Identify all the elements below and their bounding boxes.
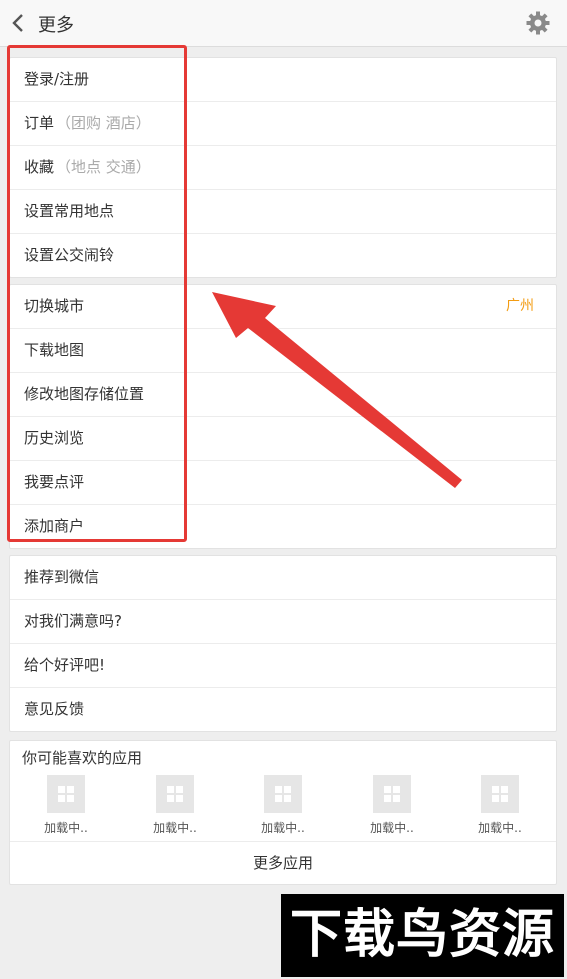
top-bar: 更多 — [0, 0, 567, 47]
more-apps-button[interactable]: 更多应用 — [10, 841, 556, 884]
app-placeholder-icon — [373, 775, 411, 813]
apps-grid: 加载中.. 加载中.. 加载中.. 加载中.. 加载中.. — [10, 775, 556, 841]
app-placeholder-icon — [156, 775, 194, 813]
share-wechat-item[interactable]: 推荐到微信 — [10, 556, 556, 600]
gear-icon[interactable] — [526, 11, 550, 35]
feedback-item[interactable]: 意见反馈 — [10, 688, 556, 731]
app-item[interactable]: 加载中.. — [243, 775, 323, 836]
watermark-logo: 下载鸟资源 — [281, 894, 564, 977]
app-item[interactable]: 加载中.. — [460, 775, 540, 836]
feedback-section: 推荐到微信 对我们满意吗? 给个好评吧! 意见反馈 — [9, 555, 557, 732]
app-item[interactable]: 加载中.. — [135, 775, 215, 836]
page-title: 更多 — [38, 15, 74, 36]
satisfaction-item[interactable]: 对我们满意吗? — [10, 600, 556, 644]
recommended-apps-section: 你可能喜欢的应用 加载中.. 加载中.. 加载中.. 加载中.. 加载中.. 更… — [9, 740, 557, 885]
apps-title: 你可能喜欢的应用 — [22, 749, 143, 767]
app-item[interactable]: 加载中.. — [26, 775, 106, 836]
rate-app-item[interactable]: 给个好评吧! — [10, 644, 556, 688]
highlight-box — [7, 45, 187, 542]
back-icon[interactable] — [10, 12, 28, 34]
current-city: 广州 — [506, 298, 534, 314]
app-placeholder-icon — [47, 775, 85, 813]
app-placeholder-icon — [264, 775, 302, 813]
app-item[interactable]: 加载中.. — [352, 775, 432, 836]
app-placeholder-icon — [481, 775, 519, 813]
